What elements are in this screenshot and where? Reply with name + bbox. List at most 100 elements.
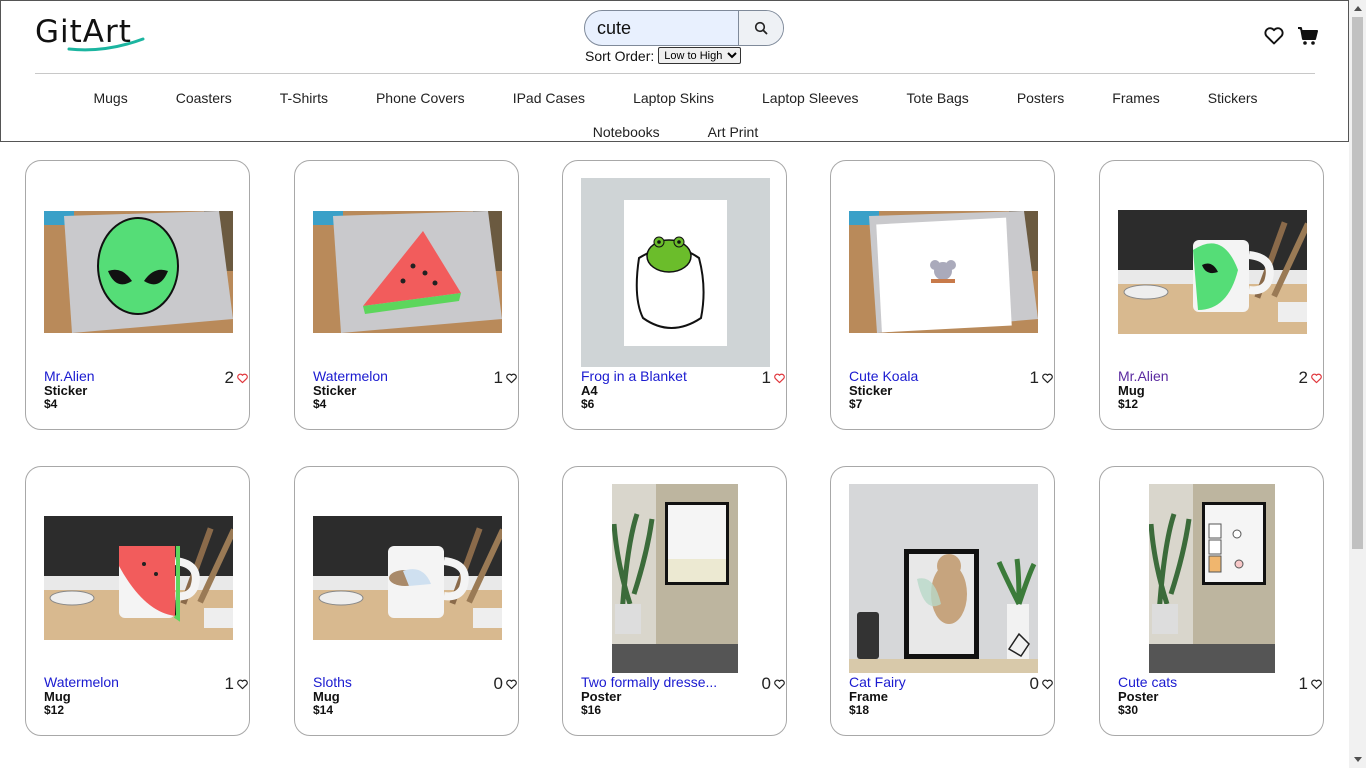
like-control: 1 bbox=[762, 368, 785, 388]
like-heart-icon[interactable] bbox=[1311, 373, 1322, 384]
nav-item-t-shirts[interactable]: T-Shirts bbox=[256, 90, 352, 106]
logo[interactable]: GitArt bbox=[35, 13, 147, 55]
sort-select[interactable]: Low to High bbox=[658, 47, 742, 64]
search-bar bbox=[584, 10, 784, 46]
like-heart-icon[interactable] bbox=[1042, 373, 1053, 384]
like-heart-icon[interactable] bbox=[237, 679, 248, 690]
like-heart-icon[interactable] bbox=[506, 679, 517, 690]
product-card[interactable]: Cute Koala Sticker $7 1 bbox=[830, 160, 1055, 430]
product-image-poster-room[interactable] bbox=[612, 484, 738, 673]
product-card[interactable]: Watermelon Mug $12 1 bbox=[25, 466, 250, 736]
product-name-link[interactable]: Watermelon bbox=[313, 368, 463, 384]
product-card[interactable]: Mr.Alien Sticker $4 2 bbox=[25, 160, 250, 430]
site-header: GitArt Sort Order: Low to High bbox=[0, 0, 1349, 142]
product-card[interactable]: Mr.Alien Mug $12 2 bbox=[1099, 160, 1324, 430]
page: GitArt Sort Order: Low to High bbox=[0, 0, 1366, 768]
cart-button[interactable] bbox=[1297, 25, 1319, 47]
product-image-cat-fairy-frame[interactable] bbox=[849, 484, 1038, 673]
product-type: Mug bbox=[313, 689, 340, 704]
product-type: Mug bbox=[1118, 383, 1145, 398]
product-type: Sticker bbox=[849, 383, 893, 398]
product-image-frog-blanket-print[interactable] bbox=[581, 178, 770, 367]
like-heart-icon[interactable] bbox=[774, 373, 785, 384]
product-type: Sticker bbox=[44, 383, 88, 398]
scroll-down-arrow-icon[interactable] bbox=[1349, 751, 1366, 768]
nav-item-tote-bags[interactable]: Tote Bags bbox=[883, 90, 993, 106]
search-input[interactable] bbox=[585, 11, 740, 45]
product-card[interactable]: Two formally dresse... Poster $16 0 bbox=[562, 466, 787, 736]
nav-item-stickers[interactable]: Stickers bbox=[1184, 90, 1282, 106]
product-name-link[interactable]: Frog in a Blanket bbox=[581, 368, 731, 384]
like-count: 0 bbox=[761, 674, 771, 693]
like-control: 2 bbox=[225, 368, 248, 388]
heart-icon bbox=[1264, 27, 1284, 45]
search-icon bbox=[754, 21, 768, 35]
nav-row: Mugs Coasters T-Shirts Phone Covers IPad Cas… bbox=[1, 81, 1350, 115]
product-image-sloth-mug[interactable] bbox=[313, 516, 502, 640]
product-card[interactable]: Cute cats Poster $30 1 bbox=[1099, 466, 1324, 736]
scrollbar[interactable] bbox=[1349, 0, 1366, 768]
search-button[interactable] bbox=[738, 11, 783, 45]
product-image-alien-laptop-sticker[interactable] bbox=[44, 211, 233, 333]
product-card[interactable]: Cat Fairy Frame $18 0 bbox=[830, 466, 1055, 736]
nav-item-art-print[interactable]: Art Print bbox=[684, 124, 783, 140]
nav-item-notebooks[interactable]: Notebooks bbox=[569, 124, 684, 140]
like-count: 1 bbox=[493, 368, 503, 387]
product-name-link[interactable]: Watermelon bbox=[44, 674, 194, 690]
like-heart-icon[interactable] bbox=[1042, 679, 1053, 690]
like-heart-icon[interactable] bbox=[506, 373, 517, 384]
cart-icon bbox=[1298, 27, 1318, 45]
product-price: $30 bbox=[1118, 703, 1139, 717]
wishlist-button[interactable] bbox=[1263, 25, 1285, 47]
product-type: Poster bbox=[581, 689, 622, 704]
scroll-up-arrow-icon[interactable] bbox=[1349, 0, 1366, 17]
like-heart-icon[interactable] bbox=[237, 373, 248, 384]
scrollbar-thumb[interactable] bbox=[1352, 17, 1363, 549]
like-count: 1 bbox=[1298, 674, 1308, 693]
product-image-alien-mug[interactable] bbox=[1118, 210, 1307, 334]
product-price: $16 bbox=[581, 703, 602, 717]
like-heart-icon[interactable] bbox=[1311, 679, 1322, 690]
product-price: $18 bbox=[849, 703, 870, 717]
product-card[interactable]: Watermelon Sticker $4 1 bbox=[294, 160, 519, 430]
like-control: 0 bbox=[494, 674, 517, 694]
nav-item-ipad-cases[interactable]: IPad Cases bbox=[489, 90, 609, 106]
product-price: $7 bbox=[849, 397, 863, 411]
like-count: 0 bbox=[1029, 674, 1039, 693]
product-image-watermelon-mug[interactable] bbox=[44, 516, 233, 640]
nav-item-frames[interactable]: Frames bbox=[1088, 90, 1183, 106]
sort-label: Sort Order: bbox=[585, 47, 655, 64]
product-image-koala-laptop-sticker[interactable] bbox=[849, 211, 1038, 333]
nav-row: Notebooks Art Print bbox=[1, 115, 1350, 149]
product-price: $12 bbox=[1118, 397, 1139, 411]
product-name-link[interactable]: Mr.Alien bbox=[44, 368, 194, 384]
product-name-link[interactable]: Mr.Alien bbox=[1118, 368, 1268, 384]
nav-item-laptop-skins[interactable]: Laptop Skins bbox=[609, 90, 738, 106]
product-type: Sticker bbox=[313, 383, 357, 398]
product-card[interactable]: Frog in a Blanket A4 $6 1 bbox=[562, 160, 787, 430]
like-count: 0 bbox=[493, 674, 503, 693]
header-divider bbox=[35, 73, 1315, 74]
like-count: 1 bbox=[1029, 368, 1039, 387]
product-name-link[interactable]: Cat Fairy bbox=[849, 674, 999, 690]
product-image-cats-poster[interactable] bbox=[1149, 484, 1275, 673]
product-name-link[interactable]: Cute cats bbox=[1118, 674, 1268, 690]
product-name-link[interactable]: Cute Koala bbox=[849, 368, 999, 384]
nav-item-laptop-sleeves[interactable]: Laptop Sleeves bbox=[738, 90, 883, 106]
product-name-link[interactable]: Sloths bbox=[313, 674, 463, 690]
nav-item-coasters[interactable]: Coasters bbox=[152, 90, 256, 106]
header-icons bbox=[1263, 25, 1319, 47]
like-count: 2 bbox=[1298, 368, 1308, 387]
product-type: Mug bbox=[44, 689, 71, 704]
product-image-watermelon-laptop-sticker[interactable] bbox=[313, 211, 502, 333]
nav-item-mugs[interactable]: Mugs bbox=[69, 90, 151, 106]
product-name-link[interactable]: Two formally dresse... bbox=[581, 674, 731, 690]
nav-item-phone-covers[interactable]: Phone Covers bbox=[352, 90, 489, 106]
product-card[interactable]: Sloths Mug $14 0 bbox=[294, 466, 519, 736]
product-price: $6 bbox=[581, 397, 595, 411]
like-heart-icon[interactable] bbox=[774, 679, 785, 690]
nav-item-posters[interactable]: Posters bbox=[993, 90, 1088, 106]
like-control: 1 bbox=[225, 674, 248, 694]
category-nav: Mugs Coasters T-Shirts Phone Covers IPad Cas… bbox=[1, 81, 1350, 149]
like-control: 2 bbox=[1299, 368, 1322, 388]
